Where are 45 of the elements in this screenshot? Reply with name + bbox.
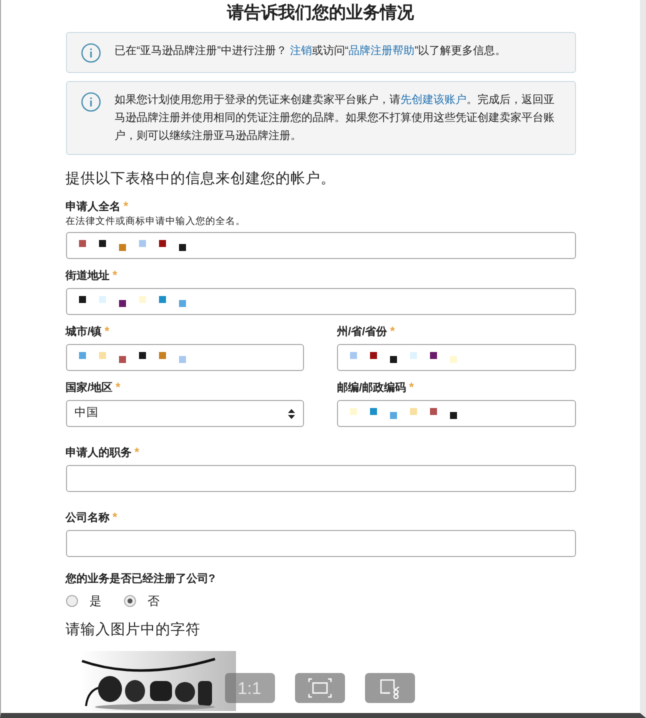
- captcha-label: 请输入图片中的字符: [66, 620, 202, 640]
- required-mark: *: [112, 510, 118, 524]
- radio-option[interactable]: 是: [66, 592, 102, 610]
- required-mark: *: [134, 445, 140, 460]
- select-field[interactable]: 中国: [66, 400, 304, 428]
- required-mark: *: [124, 199, 128, 214]
- info-icon: [80, 43, 100, 64]
- fit-screen-icon: [308, 678, 332, 698]
- input-field[interactable]: [66, 465, 576, 492]
- notice-link[interactable]: 品牌注册帮助: [348, 45, 415, 58]
- radio-icon[interactable]: [66, 594, 78, 607]
- required-mark: *: [390, 324, 395, 338]
- notice-text: 如果您计划使用您用于登录的凭证来创建卖家平台账户，请先创建该账户。完成后，返回亚马逊品牌注册并使用相同的凭证注册您的品牌。如果您不打算使用这些凭证创建卖家平台账户，则可以继续注册亚马逊品牌注册。: [114, 92, 556, 144]
- notice-link[interactable]: 注销: [290, 45, 312, 58]
- field-label: 申请人的职务: [66, 446, 132, 460]
- field-label: 州/省/省份: [337, 325, 388, 340]
- field-label: 街道地址: [66, 269, 110, 284]
- screen-scissors-icon: [378, 677, 402, 700]
- screenshot-button[interactable]: [364, 673, 414, 704]
- field-label: 城市/镇: [66, 325, 102, 340]
- field-label: 申请人全名: [66, 200, 120, 214]
- field-label: 邮编/邮政编码: [337, 381, 406, 396]
- field-hint: 在法律文件或商标申请中输入您的全名。: [66, 216, 246, 228]
- question-label: 您的业务是否已经注册了公司?: [66, 572, 216, 588]
- input-field[interactable]: [66, 530, 576, 558]
- input-field[interactable]: [66, 344, 304, 372]
- input-field[interactable]: [66, 232, 576, 260]
- required-mark: *: [104, 324, 110, 338]
- info-icon: [80, 92, 100, 112]
- input-field[interactable]: [337, 400, 576, 428]
- radio-icon[interactable]: [124, 594, 136, 607]
- required-mark: *: [112, 268, 118, 282]
- field-label: 公司名称: [66, 511, 110, 526]
- radio-option[interactable]: 否: [124, 592, 160, 610]
- field-label: 国家/地区: [66, 381, 113, 396]
- required-mark: *: [409, 380, 414, 394]
- notice-text: 已在“亚马逊品牌注册”中进行注册？ 注销或访问“品牌注册帮助”以了解更多信息。: [114, 44, 506, 60]
- required-mark: *: [116, 380, 120, 394]
- input-field[interactable]: [337, 344, 576, 372]
- page-title: 请告诉我们您的业务情况: [226, 3, 415, 24]
- input-field[interactable]: [66, 288, 576, 316]
- select-arrows-icon: [288, 408, 295, 419]
- fit-screen-button[interactable]: [294, 673, 344, 704]
- form-intro: 提供以下表格中的信息来创建您的帐户。: [66, 170, 336, 190]
- notice-link[interactable]: 先创建该账户: [400, 94, 466, 106]
